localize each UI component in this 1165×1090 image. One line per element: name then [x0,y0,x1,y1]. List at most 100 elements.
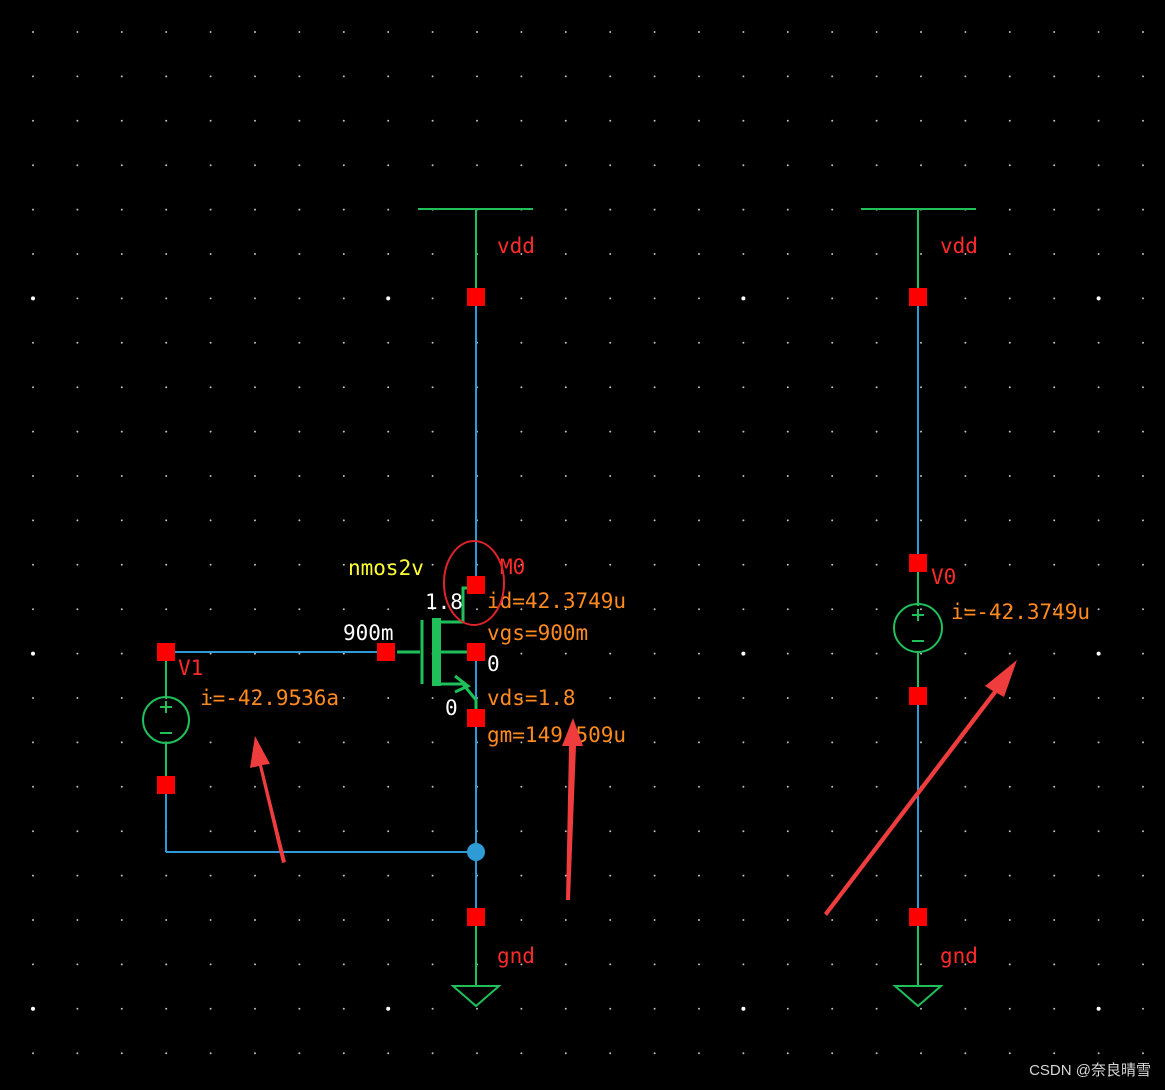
grid-dot [653,1007,656,1010]
grid-dot [32,830,34,833]
grid-dot [698,697,700,699]
grid-dot [298,1007,301,1010]
grid-dot [387,164,390,167]
grid-dot [1053,430,1056,433]
grid-dot [209,119,212,122]
grid-dot [1053,341,1056,344]
grid-dot [342,563,345,566]
grid-dot [298,164,301,167]
grid-dot [520,75,523,78]
grid-dot [1008,297,1011,300]
grid-dot [254,475,256,477]
grid-dot [786,75,789,78]
grid-dot [920,430,922,433]
grid-dot [31,1006,35,1011]
grid-dot [1142,208,1144,211]
grid-dot [209,75,212,78]
grid-dot [165,31,168,33]
grid-dot [1053,475,1056,477]
grid-dot [920,475,922,477]
grid-dot [742,741,745,744]
grid-dot [653,963,656,966]
grid-dot [920,31,922,33]
grid-dot [387,608,390,611]
grid-dot [564,341,567,344]
grid-dot [564,830,567,833]
grid-dot [786,297,789,300]
grid-dot [254,31,256,33]
grid-dot [1053,119,1056,122]
grid-dot [564,386,567,389]
grid-dot [609,31,612,33]
grid-dot [431,1007,434,1010]
grid-dot [609,519,612,522]
grid-dot [1053,874,1056,877]
voltage-source-v0[interactable] [893,572,943,688]
grid-dot [387,341,390,344]
grid-dot [298,874,301,877]
grid-dot [875,519,878,522]
grid-dot [209,208,212,211]
gnd-symbol-right[interactable] [892,920,944,1008]
grid-dot [875,1007,878,1010]
grid-dot [476,608,478,611]
grid-dot [254,830,256,833]
grid-dot [209,386,212,389]
grid-dot [387,119,390,122]
grid-dot [1142,608,1144,611]
grid-dot [609,475,612,477]
grid-dot [1053,563,1056,566]
grid-dot [742,830,745,833]
gm-annotation: gm=149.509u [487,723,626,747]
grid-dot [431,253,434,255]
grid-dot [698,608,700,611]
grid-dot [609,563,612,566]
grid-dot [1142,963,1144,966]
grid-dot [564,519,567,522]
grid-dot [387,208,390,211]
grid-dot [32,519,34,522]
grid-dot [254,430,256,433]
grid-dot [964,741,967,744]
schematic-canvas[interactable]: vdd gnd nmos2v M0 1.8 900m 0 0 id=42.374… [0,0,1165,1090]
grid-dot [831,563,834,566]
grid-dot [254,963,256,966]
grid-dot [875,475,878,477]
grid-dot [76,341,79,344]
grid-dot [431,963,434,966]
grid-dot [609,874,612,877]
grid-dot [609,386,612,389]
grid-dot [564,253,567,255]
grid-dot [76,1052,79,1055]
grid-dot [32,253,34,255]
grid-dot [564,963,567,966]
grid-dot [1142,253,1144,255]
grid-dot [1142,563,1144,566]
grid-dot [875,963,878,966]
grid-dot [831,652,834,655]
grid-dot [1008,963,1011,966]
grid-dot [875,874,878,877]
grid-dot [786,253,789,255]
grid-dot [1142,341,1144,344]
grid-dot [431,75,434,78]
grid-dot [120,1007,123,1010]
grid-dot [120,253,123,255]
grid-dot [920,608,922,611]
grid-dot [875,652,878,655]
grid-dot [786,119,789,122]
grid-dot [609,430,612,433]
grid-dot [76,963,79,966]
grid-dot [875,830,878,833]
grid-dot [76,741,79,744]
grid-dot [609,208,612,211]
grid-dot [254,919,256,921]
grid-dot [831,830,834,833]
grid-dot [786,919,789,921]
grid-dot [1142,652,1144,655]
gnd-symbol-left[interactable] [450,920,502,1008]
grid-dot [32,164,34,167]
grid-dot [964,386,967,389]
grid-dot [698,919,700,921]
grid-dot [342,697,345,699]
